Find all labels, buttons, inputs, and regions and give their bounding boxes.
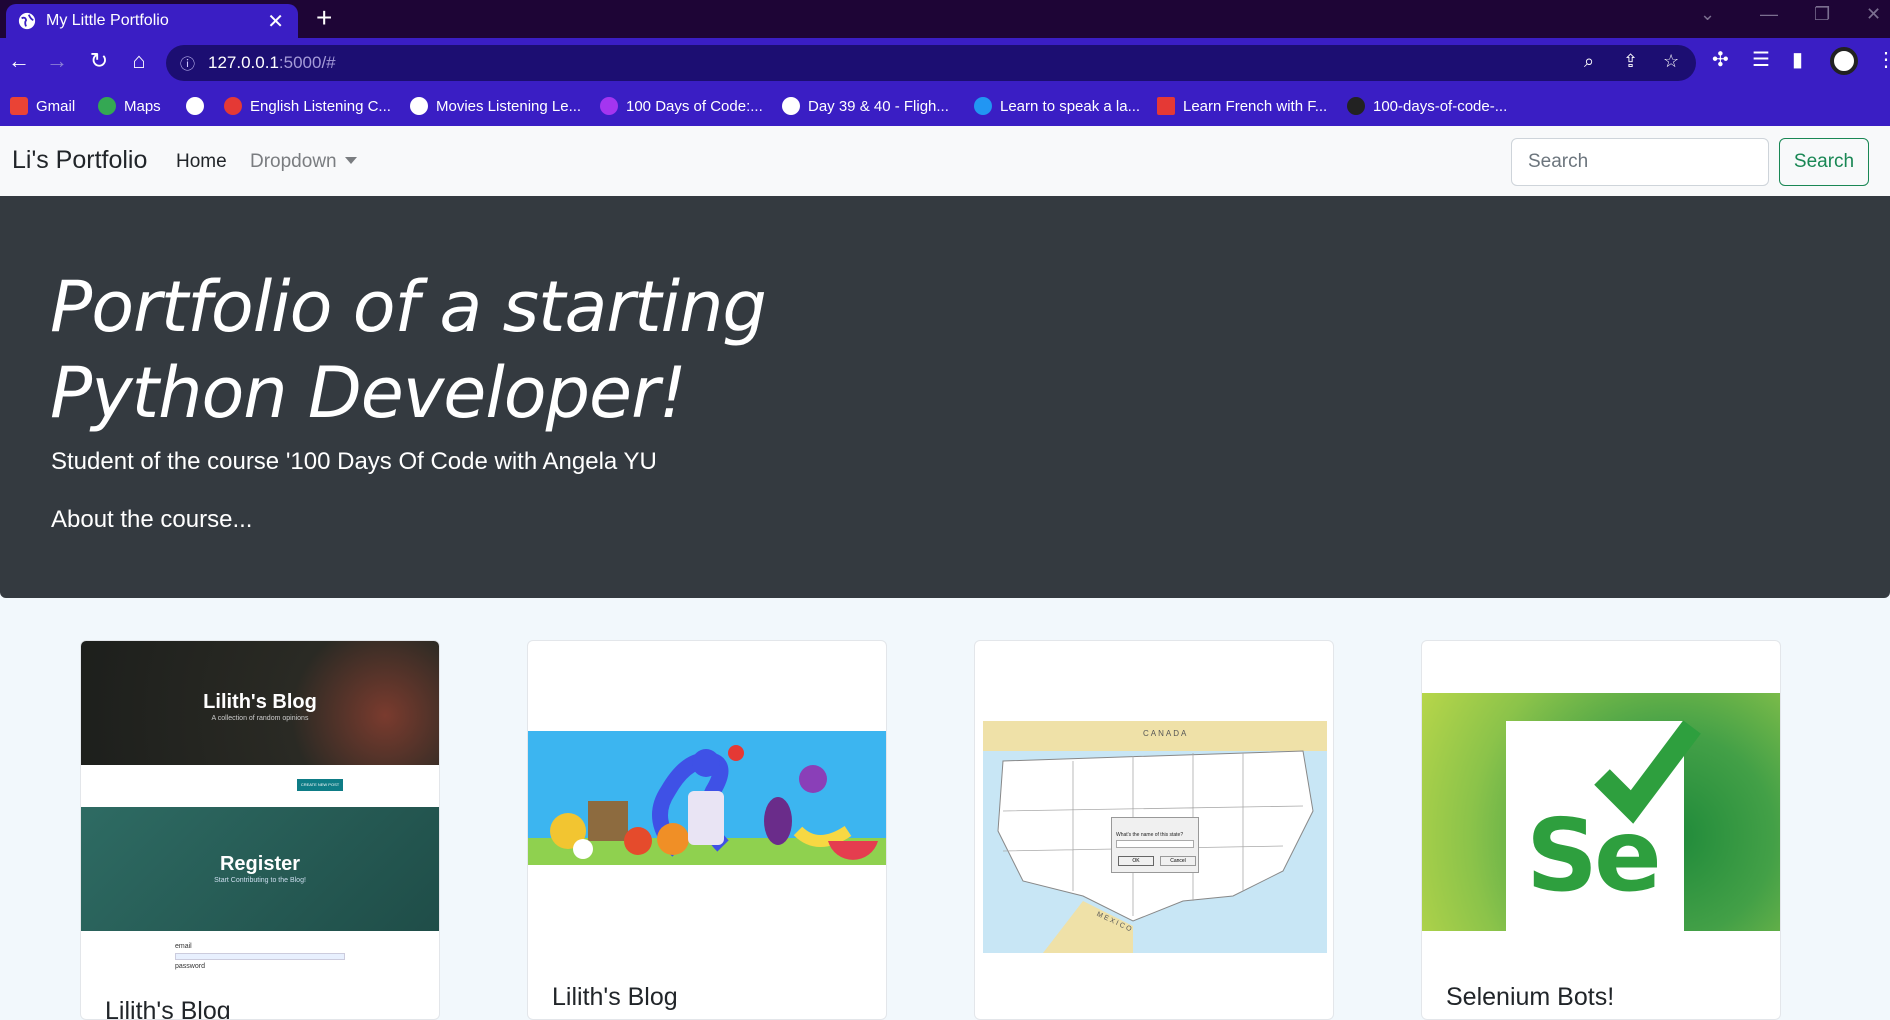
reload-icon[interactable]: ↻ xyxy=(84,48,114,74)
media-queue-icon[interactable]: ☰ xyxy=(1752,47,1770,72)
close-tab-icon[interactable]: ✕ xyxy=(267,9,284,34)
globe-icon xyxy=(18,12,36,30)
chat-bubble-icon xyxy=(224,97,242,115)
project-card-us-states-game[interactable]: CANADA MEXICO What's the name of this st… xyxy=(974,640,1334,1020)
bookmark-100-days[interactable]: 100 Days of Code:... xyxy=(600,97,763,115)
bookmark-movies-listening[interactable]: Movies Listening Le... xyxy=(410,97,581,115)
thumb-password-label: password xyxy=(175,963,205,970)
thumb-heading: Lilith's Blog xyxy=(203,691,317,713)
site-info-icon[interactable]: ⓘ xyxy=(180,53,195,74)
card-title: Lilith's Blog xyxy=(105,997,231,1020)
globe-icon xyxy=(186,97,204,115)
nav-link-home[interactable]: Home xyxy=(176,151,227,173)
browser-tab[interactable]: My Little Portfolio ✕ xyxy=(6,4,298,38)
thumb-email-field xyxy=(175,953,345,960)
blog-screenshot-thumbnail: Lilith's Blog A collection of random opi… xyxy=(81,641,439,765)
bookmark-learn-to-speak[interactable]: Learn to speak a la... xyxy=(974,97,1140,115)
home-icon[interactable]: ⌂ xyxy=(124,48,154,74)
side-panel-icon[interactable]: ▮ xyxy=(1792,47,1803,72)
selenium-logo-text: Se xyxy=(1526,797,1662,914)
thumb-email-label: email xyxy=(175,943,192,950)
new-tab-plus-icon[interactable]: + xyxy=(316,2,332,34)
zoom-search-icon[interactable]: ⌕ xyxy=(1584,51,1594,72)
dialog-cancel-button: Cancel xyxy=(1160,856,1196,866)
dialog-question: What's the name of this state? xyxy=(1116,832,1184,838)
bookmark-github-100-days[interactable]: 100-days-of-code-... xyxy=(1347,97,1507,115)
browser-toolbar: ← → ↻ ⌂ ⓘ 127.0.0.1:5000/# ⌕ ⇪ ☆ ✣ ☰ ▮ ⋮ xyxy=(0,38,1890,88)
dialog-ok-button: OK xyxy=(1118,856,1154,866)
minimize-icon[interactable]: — xyxy=(1760,4,1778,25)
us-map-screenshot: CANADA MEXICO What's the name of this st… xyxy=(983,721,1327,953)
maps-pin-icon xyxy=(98,97,116,115)
project-card-blog-screens[interactable]: Lilith's Blog A collection of random opi… xyxy=(80,640,440,1020)
navbar-brand[interactable]: Li's Portfolio xyxy=(12,146,147,175)
tab-title: My Little Portfolio xyxy=(46,12,169,29)
udemy-icon xyxy=(600,97,618,115)
url-text[interactable]: 127.0.0.1:5000/# xyxy=(208,53,336,73)
address-bar[interactable]: ⓘ 127.0.0.1:5000/# ⌕ ⇪ ☆ xyxy=(166,45,1696,81)
dialog-input xyxy=(1116,840,1194,848)
thumb-create-post-button: CREATE NEW POST xyxy=(297,779,343,791)
state-name-dialog: What's the name of this state? OK Cancel xyxy=(1111,817,1199,873)
bookmark-english-listening[interactable]: English Listening C... xyxy=(224,97,391,115)
bookmark-maps[interactable]: Maps xyxy=(98,97,161,115)
close-window-icon[interactable]: ✕ xyxy=(1866,4,1881,25)
bookmark-star-icon[interactable]: ☆ xyxy=(1663,51,1679,72)
nav-dropdown-toggle[interactable]: Dropdown xyxy=(250,151,357,173)
restore-icon[interactable]: ❐ xyxy=(1814,4,1830,25)
globe-icon xyxy=(782,97,800,115)
hero-title: Portfolio of a starting Python Developer… xyxy=(50,266,767,434)
bookmarks-bar: Gmail Maps English Listening C... Movies… xyxy=(0,88,1890,126)
language-app-icon xyxy=(974,97,992,115)
project-card-snake-game[interactable]: Lilith's Blog xyxy=(527,640,887,1020)
map-label-canada: CANADA xyxy=(1143,729,1189,738)
project-card-selenium-bots[interactable]: Se Selenium Bots! xyxy=(1421,640,1781,1020)
snake-illustration xyxy=(528,731,886,865)
hero-subtitle: Student of the course '100 Days Of Code … xyxy=(51,448,657,475)
thumb-register-sub: Start Contributing to the Blog! xyxy=(214,877,306,884)
hero-section: Portfolio of a starting Python Developer… xyxy=(0,196,1890,598)
selenium-logo-image: Se xyxy=(1422,693,1780,931)
bookmark-day-39-40[interactable]: Day 39 & 40 - Fligh... xyxy=(782,97,949,115)
gmail-icon xyxy=(10,97,28,115)
menu-dots-icon[interactable]: ⋮ xyxy=(1876,47,1890,72)
thumb-subheading: A collection of random opinions xyxy=(211,715,309,722)
caret-down-icon xyxy=(344,157,357,164)
back-arrow-icon[interactable]: ← xyxy=(4,48,34,74)
snake-and-fruit-illustration xyxy=(550,745,878,860)
profile-avatar[interactable] xyxy=(1830,47,1858,75)
thumb-register-heading: Register xyxy=(219,853,301,875)
bookmark-learn-french[interactable]: Learn French with F... xyxy=(1157,97,1327,115)
search-button[interactable]: Search xyxy=(1779,138,1869,186)
bookmark-globe[interactable] xyxy=(186,97,212,115)
browser-tab-bar: My Little Portfolio ✕ + ⌄ — ❐ ✕ xyxy=(0,0,1890,38)
about-course-text[interactable]: About the course... xyxy=(51,506,252,534)
github-icon xyxy=(1347,97,1365,115)
register-screenshot-thumbnail: Register Start Contributing to the Blog! xyxy=(81,807,439,931)
site-navbar: Li's Portfolio Home Dropdown Search xyxy=(0,126,1890,196)
search-input[interactable] xyxy=(1511,138,1769,186)
share-icon[interactable]: ⇪ xyxy=(1623,51,1638,72)
star-badge-icon xyxy=(1157,97,1175,115)
bookmark-gmail[interactable]: Gmail xyxy=(10,97,75,115)
globe-icon xyxy=(410,97,428,115)
extensions-puzzle-icon[interactable]: ✣ xyxy=(1712,47,1729,72)
forward-arrow-icon[interactable]: → xyxy=(42,48,72,74)
tab-search-chevron-icon[interactable]: ⌄ xyxy=(1700,4,1715,25)
thumb-button-row: CREATE NEW POST xyxy=(81,765,439,807)
